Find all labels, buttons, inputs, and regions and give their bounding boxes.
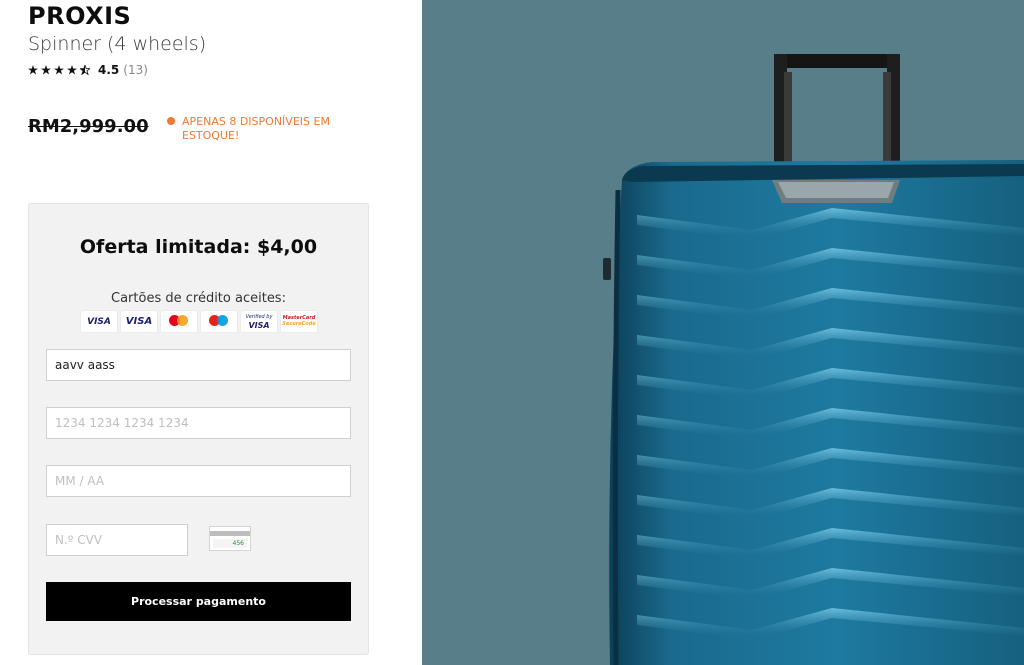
card-number-field[interactable] — [46, 407, 351, 439]
checkout-card: Oferta limitada: $4,00 Cartões de crédit… — [28, 203, 369, 655]
rating: 4.5 (13) — [28, 63, 148, 77]
cvv-hint-icon: 456 — [209, 526, 251, 551]
cvv-field[interactable] — [46, 524, 188, 556]
accepted-cards-label: Cartões de crédito aceites: — [111, 291, 286, 306]
product-subtitle: Spinner (4 wheels) — [28, 33, 207, 55]
product-panel: PROXIS Spinner (4 wheels) 4.5 (13) RM2,9… — [0, 0, 422, 665]
rating-count: (13) — [123, 63, 148, 77]
star-icon — [67, 65, 77, 75]
offer-title: Oferta limitada: $4,00 — [79, 236, 318, 258]
mastercard-logo-icon — [161, 311, 197, 332]
maestro-logo-icon — [201, 311, 237, 332]
star-icon — [54, 65, 64, 75]
mastercard-securecode-logo-icon: MasterCard SecureCode — [281, 311, 317, 332]
expiry-field[interactable] — [46, 465, 351, 497]
star-icon — [41, 65, 51, 75]
suitcase-image — [603, 54, 1024, 665]
cvv-hint-number: 456 — [232, 540, 244, 547]
star-icon — [28, 65, 38, 75]
product-price: RM2,999.00 — [28, 116, 149, 137]
star-half-icon — [80, 65, 90, 75]
card-logos: VISA VISA Verified by VISA MasterCard Se… — [81, 311, 317, 332]
rating-value: 4.5 — [98, 63, 120, 77]
visa-logo-text: VISA — [125, 316, 153, 327]
product-title: PROXIS — [28, 2, 132, 30]
visa-logo-text: VISA — [87, 316, 111, 327]
stock-notice: APENAS 8 DISPONÍVEIS EM ESTOQUE! — [167, 115, 342, 143]
stock-dot-icon — [167, 117, 175, 125]
product-image — [422, 0, 1024, 665]
verified-by-visa-logo-icon: Verified by VISA — [241, 311, 277, 332]
stock-text: APENAS 8 DISPONÍVEIS EM ESTOQUE! — [182, 115, 330, 142]
process-payment-button[interactable]: Processar pagamento — [46, 582, 351, 621]
visa-electron-logo-icon: VISA — [121, 311, 157, 332]
cardholder-name-field[interactable] — [46, 349, 351, 381]
visa-logo-icon: VISA — [81, 311, 117, 332]
rating-stars — [28, 65, 90, 75]
